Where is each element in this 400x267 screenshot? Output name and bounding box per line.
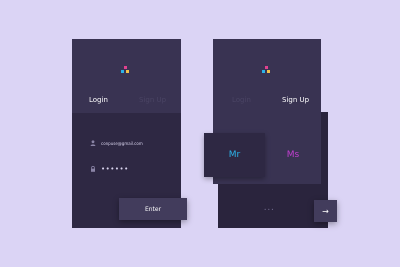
app-logo-icon — [262, 66, 271, 75]
app-logo-icon — [121, 66, 130, 75]
title-option-ms[interactable]: Ms — [265, 133, 321, 177]
next-arrow-button[interactable]: → — [314, 200, 337, 222]
lock-icon — [91, 166, 95, 172]
tab-login[interactable]: Login — [232, 96, 251, 104]
progress-dots: • • • — [264, 207, 274, 212]
user-icon — [90, 140, 96, 146]
tab-signup[interactable]: Sign Up — [282, 96, 309, 104]
enter-button[interactable]: Enter — [119, 198, 187, 220]
email-field[interactable]: conpuse@gmail.com — [101, 141, 143, 146]
tab-signup[interactable]: Sign Up — [139, 96, 166, 104]
tab-login[interactable]: Login — [89, 96, 108, 104]
password-field[interactable]: •••••• — [101, 166, 129, 173]
title-option-mr[interactable]: Mr — [204, 133, 265, 177]
